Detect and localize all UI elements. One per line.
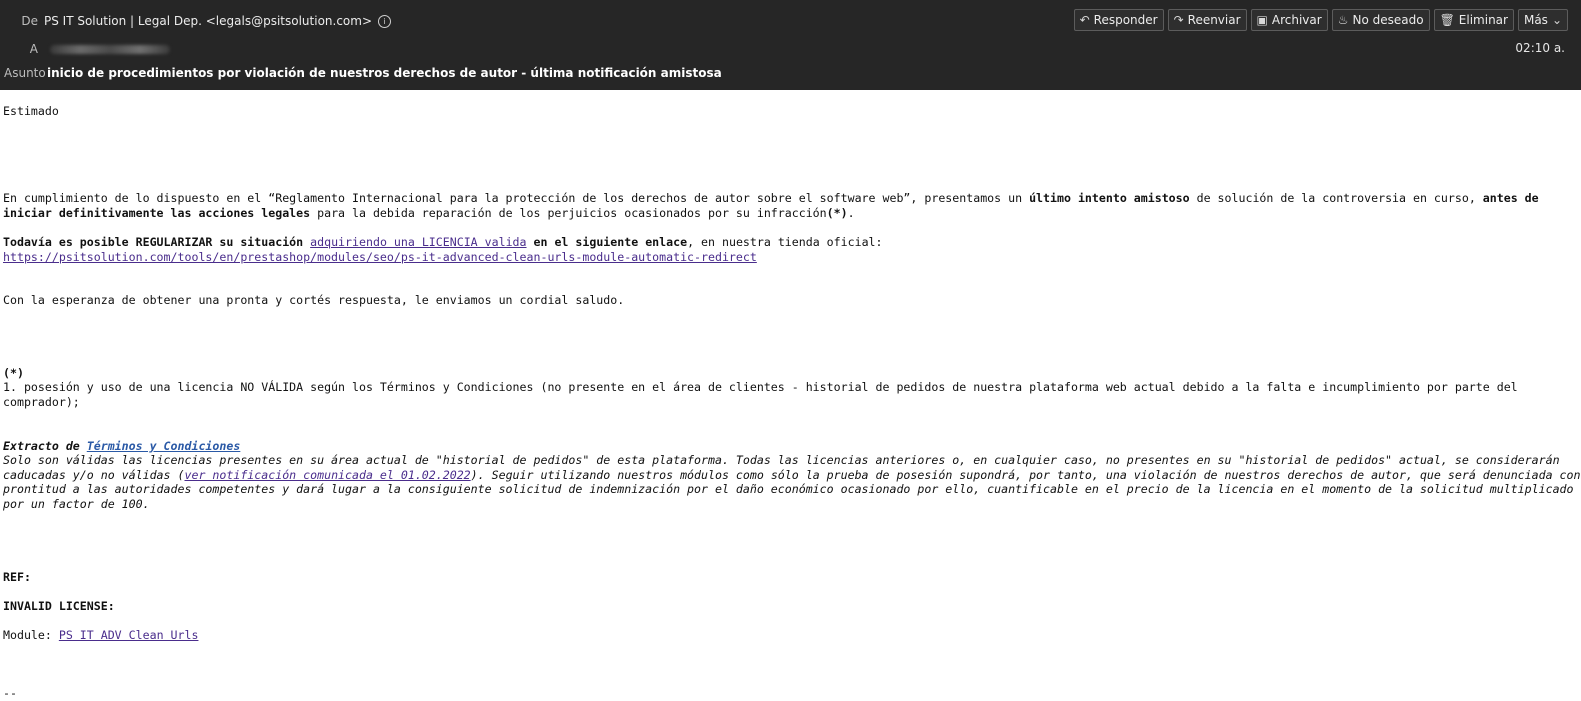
p1-text-4: . (847, 205, 855, 220)
module-link[interactable]: PS IT ADV Clean Urls (59, 628, 199, 642)
junk-icon: ♨ (1337, 13, 1349, 27)
notification-link[interactable]: ver notificación comunicada el 01.02.202… (184, 468, 470, 482)
footnote-text: 1. posesión y uso de una licencia NO VÁL… (3, 380, 1518, 409)
from-label: De (21, 14, 38, 28)
signature-separator: -- (3, 686, 17, 701)
more-button[interactable]: Más ⌄ (1517, 9, 1568, 31)
module-label: Module: (3, 627, 59, 642)
invalid-label-text: INVALID LICENSE: (3, 598, 115, 613)
closing-text: Con la esperanza de obtener una pronta y… (3, 293, 625, 308)
message-body: Estimado En cumplimiento de lo dispuesto… (0, 90, 1581, 701)
junk-label: No deseado (1352, 13, 1424, 27)
ref-label: REF: (3, 570, 1581, 585)
delete-button[interactable]: 🗑 Eliminar (1433, 9, 1514, 31)
message-toolbar: ↶ Responder ↷ Reenviar ▣ Archivar ♨ No d… (1073, 9, 1568, 31)
from-address[interactable]: PS IT Solution | Legal Dep. <legals@psit… (44, 14, 372, 28)
message-header: De PS IT Solution | Legal Dep. <legals@p… (0, 0, 1581, 90)
subject-row: Asunto inicio de procedimientos por viol… (0, 64, 1581, 82)
paragraph-regularize: Todavía es posible REGULARIZAR su situac… (3, 235, 1581, 264)
message-time: 02:10 a. (1515, 41, 1565, 55)
forward-label: Reenviar (1187, 13, 1241, 27)
more-label: Más (1523, 13, 1548, 27)
extract-text: Solo son válidas las licencias presentes… (3, 453, 1581, 511)
forward-button[interactable]: ↷ Reenviar (1167, 9, 1247, 31)
delete-label: Eliminar (1458, 13, 1508, 27)
chevron-down-icon: ⌄ (1551, 13, 1562, 27)
to-label: A (29, 42, 38, 56)
reply-button[interactable]: ↶ Responder (1073, 9, 1164, 31)
p2-bold-2: en el siguiente enlace (526, 234, 688, 249)
p1-text-2: de solución de la controversia en curso, (1189, 191, 1483, 206)
p2-bold-1: Todavía es posible REGULARIZAR su situac… (3, 234, 304, 249)
greeting: Estimado (3, 104, 59, 118)
p1-bold-1: último intento amistoso (1029, 191, 1190, 206)
footnote-mark: (*) (3, 366, 1581, 381)
p1-text-3: para la debida reparación de los perjuic… (310, 205, 827, 220)
p1-text-1: En cumplimiento de lo dispuesto en el “R… (3, 191, 1030, 206)
ref-label-text: REF: (3, 569, 31, 584)
license-link[interactable]: adquiriendo una LICENCIA valida (310, 235, 526, 249)
subject-text: inicio de procedimientos por violación d… (47, 66, 722, 80)
subject-label: Asunto (4, 66, 46, 80)
junk-button[interactable]: ♨ No deseado (1331, 9, 1430, 31)
reply-icon: ↶ (1079, 13, 1090, 27)
module-line: Module: PS IT ADV Clean Urls (3, 628, 1581, 643)
archive-icon: ▣ (1256, 13, 1268, 27)
forward-icon: ↷ (1173, 13, 1184, 27)
p1-bold-3: (*) (826, 205, 848, 220)
paragraph-intro: En cumplimiento de lo dispuesto en el “R… (3, 191, 1581, 220)
p2-text-2: , en nuestra tienda oficial: (687, 234, 883, 249)
reply-label: Responder (1093, 13, 1158, 27)
invalid-license-label: INVALID LICENSE: (3, 599, 1581, 614)
terms-link[interactable]: Términos y Condiciones (87, 439, 241, 453)
footnote-mark-text: (*) (3, 365, 24, 380)
archive-label: Archivar (1271, 13, 1322, 27)
trash-icon: 🗑 (1439, 13, 1455, 27)
store-url-link[interactable]: https://psitsolution.com/tools/en/presta… (3, 250, 757, 264)
to-row: A (0, 40, 1581, 58)
archive-button[interactable]: ▣ Archivar (1250, 9, 1328, 31)
extract-heading: Extracto de Términos y Condiciones (3, 439, 1581, 454)
extract-label: Extracto de (3, 438, 87, 453)
to-address-redacted (50, 44, 170, 54)
info-icon[interactable]: i (378, 14, 392, 28)
